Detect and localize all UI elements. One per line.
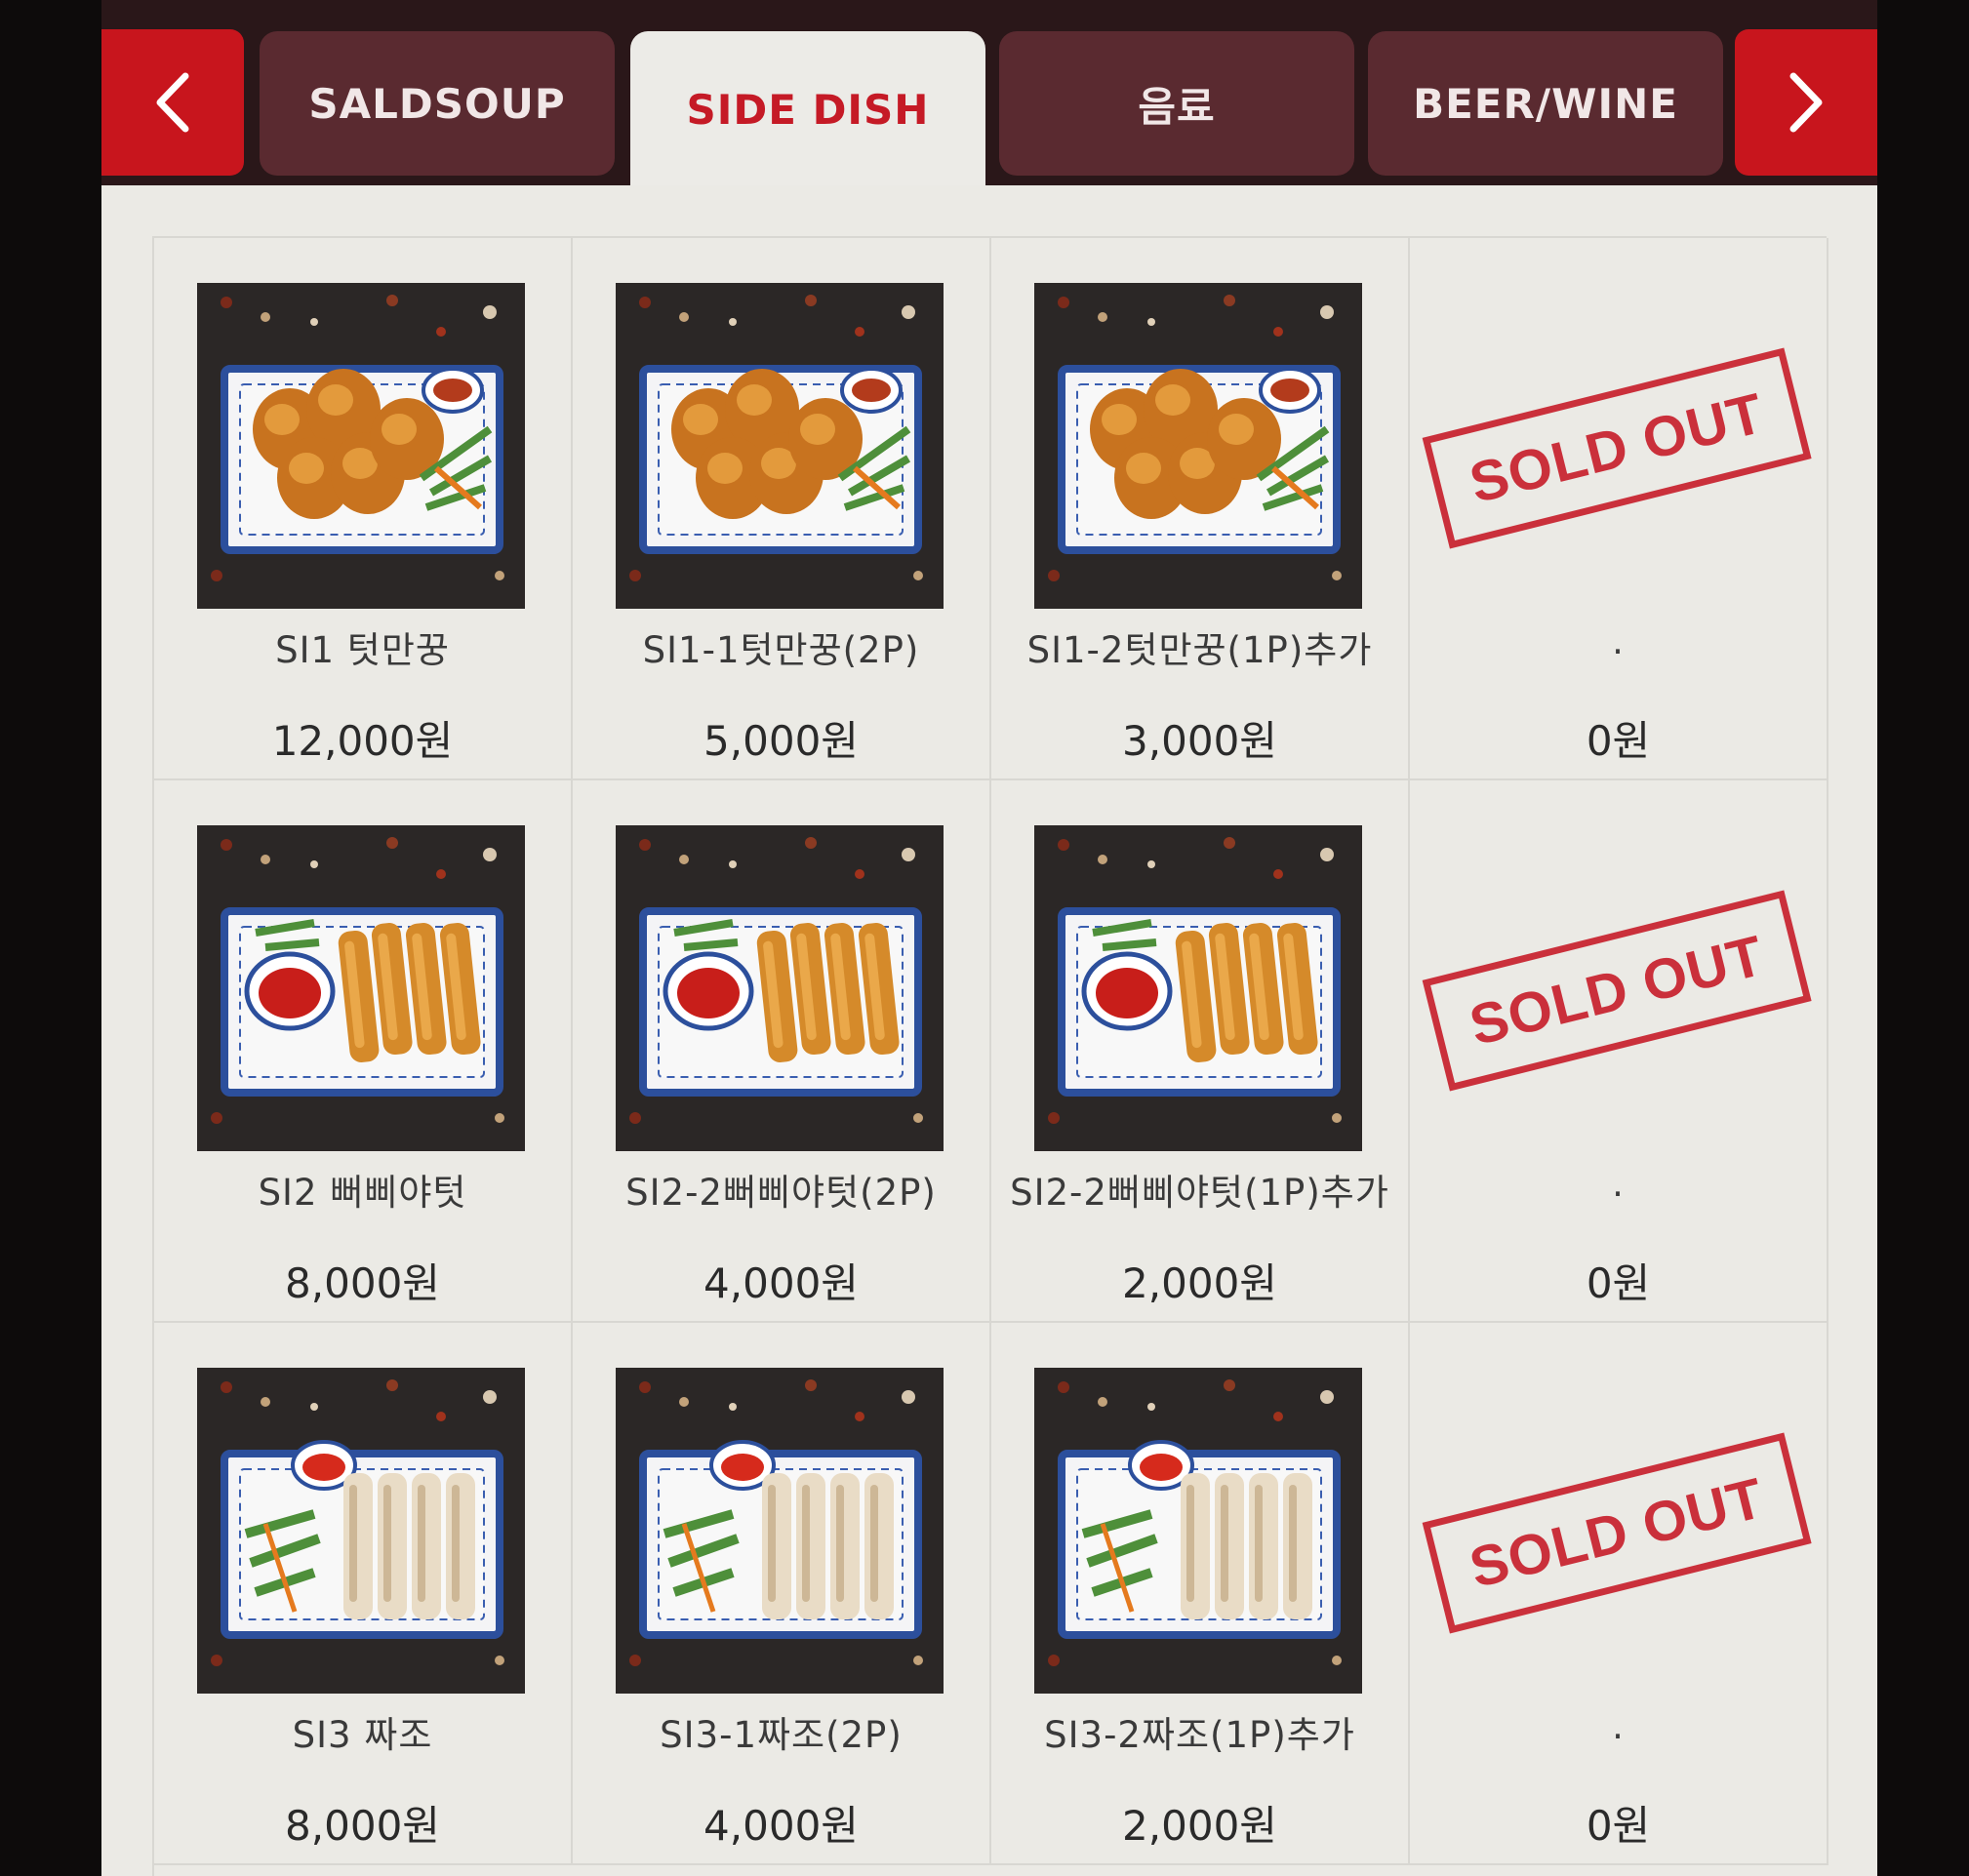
- menu-item-card[interactable]: SI1 텃만꿍 12,000원: [154, 238, 573, 780]
- menu-item-price: 12,000원: [271, 717, 454, 765]
- menu-item-name: SI1 텃만꿍: [275, 629, 450, 671]
- menu-item-name: SI1-1텃만꿍(2P): [642, 629, 920, 671]
- menu-item-card[interactable]: SI3-2짜조(1P)추가 2,000원: [991, 1323, 1410, 1865]
- menu-item-price: 3,000원: [1122, 717, 1277, 765]
- kiosk-screen: SALDSOUP SIDE DISH 음료 BEER/WINE SI1 텃만꿍 1…: [101, 0, 1877, 1876]
- sold-out-stamp: SOLD OUT: [1422, 879, 1812, 1101]
- chevron-right-icon: [1789, 72, 1823, 133]
- menu-item-name: SI2-2뻐삐야텃(2P): [625, 1172, 937, 1214]
- chevron-left-icon: [156, 72, 189, 133]
- menu-item-image: [1034, 825, 1362, 1151]
- sold-out-label: SOLD OUT: [1422, 347, 1812, 548]
- prev-category-button[interactable]: [101, 29, 244, 176]
- menu-item-price: 0원: [1586, 717, 1651, 765]
- menu-item-name: .: [1612, 1705, 1625, 1747]
- menu-item-card[interactable]: SOLD OUT. 0원: [1410, 238, 1828, 780]
- category-tab-bar: SALDSOUP SIDE DISH 음료 BEER/WINE: [101, 0, 1877, 187]
- menu-item-card[interactable]: SI3 짜조 8,000원: [154, 1323, 573, 1865]
- menu-item-card[interactable]: SI3-1짜조(2P) 4,000원: [573, 1323, 991, 1865]
- menu-item-price: 0원: [1586, 1802, 1651, 1850]
- sold-out-stamp: SOLD OUT: [1422, 337, 1812, 559]
- menu-item-card[interactable]: SI1-2텃만꿍(1P)추가 3,000원: [991, 238, 1410, 780]
- menu-item-name: SI1-2텃만꿍(1P)추가: [1026, 629, 1373, 671]
- menu-item-name: .: [1612, 1163, 1625, 1205]
- menu-item-price: 2,000원: [1122, 1259, 1277, 1307]
- menu-item-image: [616, 283, 944, 609]
- menu-item-image: [1034, 1368, 1362, 1694]
- next-category-button[interactable]: [1735, 29, 1877, 176]
- menu-item-image: [1034, 283, 1362, 609]
- menu-item-price: 4,000원: [703, 1802, 859, 1850]
- sold-out-stamp: SOLD OUT: [1422, 1421, 1812, 1644]
- menu-item-price: 5,000원: [703, 717, 859, 765]
- menu-item-name: SI3 짜조: [292, 1714, 433, 1756]
- menu-item-card[interactable]: SI2-2뻐삐야텃(2P) 4,000원: [573, 780, 991, 1323]
- menu-item-name: SI2-2뻐삐야텃(1P)추가: [1010, 1172, 1389, 1214]
- menu-item-name: SI2 뻐삐야텃: [258, 1172, 467, 1214]
- menu-item-image: [197, 283, 525, 609]
- tab-side-dish[interactable]: SIDE DISH: [630, 31, 985, 187]
- tab-beer-wine[interactable]: BEER/WINE: [1368, 31, 1723, 176]
- sold-out-label: SOLD OUT: [1422, 1432, 1812, 1633]
- menu-item-card[interactable]: SI2 뻐삐야텃 8,000원: [154, 780, 573, 1323]
- tab-drinks[interactable]: 음료: [999, 31, 1354, 176]
- menu-item-price: 8,000원: [285, 1259, 440, 1307]
- menu-item-price: 2,000원: [1122, 1802, 1277, 1850]
- menu-grid: SI1 텃만꿍 12,000원 SI1-1텃만꿍(2P) 5,000원 SI1-2텃만꿍…: [152, 236, 1828, 1876]
- menu-content: SI1 텃만꿍 12,000원 SI1-1텃만꿍(2P) 5,000원 SI1-2텃만꿍…: [101, 185, 1877, 1876]
- menu-item-image: [197, 825, 525, 1151]
- menu-item-name: .: [1612, 620, 1625, 662]
- sold-out-label: SOLD OUT: [1422, 890, 1812, 1091]
- menu-item-image: [616, 825, 944, 1151]
- menu-item-card[interactable]: SI2-2뻐삐야텃(1P)추가 2,000원: [991, 780, 1410, 1323]
- menu-item-card[interactable]: SOLD OUT. 0원: [1410, 1323, 1828, 1865]
- tab-saldsoup[interactable]: SALDSOUP: [260, 31, 615, 176]
- menu-item-price: 0원: [1586, 1259, 1651, 1307]
- menu-item-card[interactable]: SI1-1텃만꿍(2P) 5,000원: [573, 238, 991, 780]
- menu-item-price: 8,000원: [285, 1802, 440, 1850]
- menu-item-name: SI3-1짜조(2P): [660, 1714, 903, 1756]
- menu-item-image: [197, 1368, 525, 1694]
- menu-item-card[interactable]: SOLD OUT. 0원: [1410, 780, 1828, 1323]
- menu-item-image: [616, 1368, 944, 1694]
- menu-item-price: 4,000원: [703, 1259, 859, 1307]
- menu-item-name: SI3-2짜조(1P)추가: [1044, 1714, 1355, 1756]
